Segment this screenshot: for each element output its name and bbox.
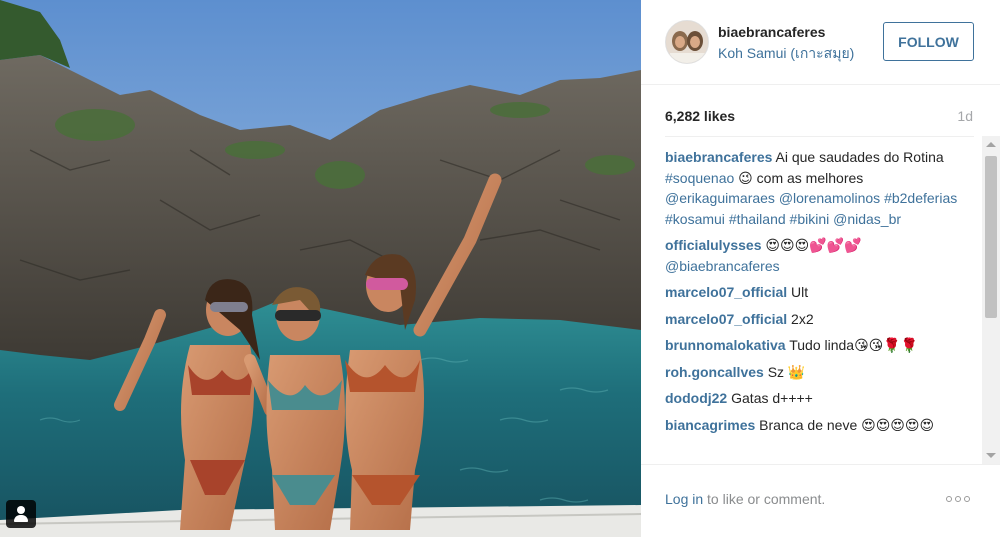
- mention-link[interactable]: @lorenamolinos: [779, 190, 880, 206]
- comment-item: biancagrimes Branca de neve 😍😍😍😍😍: [665, 415, 969, 436]
- instagram-post: biaebrancaferes Koh Samui (เกาะสมุย) FOL…: [0, 0, 1000, 537]
- mention-link[interactable]: @nidas_br: [833, 211, 901, 227]
- comment-text: Tudo linda😘😘🌹🌹: [785, 337, 919, 353]
- comment-item: dododj22 Gatas d++++: [665, 388, 969, 409]
- comment-username-link[interactable]: biaebrancaferes: [665, 149, 772, 165]
- avatar[interactable]: [665, 20, 709, 64]
- scroll-up-arrow-icon[interactable]: [986, 142, 996, 147]
- comments-scrollbar[interactable]: [982, 136, 1000, 464]
- comment-username-link[interactable]: brunnomalokativa: [665, 337, 786, 353]
- person-icon-body: [14, 515, 28, 522]
- comment-text: Ai que saudades do Rotina: [772, 149, 944, 165]
- comment-username-link[interactable]: dododj22: [665, 390, 727, 406]
- comment-username-link[interactable]: officialulysses: [665, 237, 762, 253]
- person-icon: [17, 506, 25, 514]
- login-link[interactable]: Log in: [665, 491, 703, 507]
- likes-count[interactable]: 6,282 likes: [665, 108, 735, 124]
- scroll-down-arrow-icon[interactable]: [986, 453, 996, 458]
- comment-text: 😍😍😍💕💕💕: [761, 237, 862, 253]
- comment-username-link[interactable]: roh.goncallves: [665, 364, 764, 380]
- username-link[interactable]: biaebrancaferes: [718, 24, 825, 40]
- avatar-image: [666, 21, 708, 63]
- user-tag-button[interactable]: [6, 500, 36, 528]
- comment-item: marcelo07_official Ult: [665, 282, 969, 303]
- location-link[interactable]: Koh Samui (เกาะสมุย): [718, 43, 854, 65]
- login-prompt-text: to like or comment.: [703, 491, 826, 507]
- hashtag-link[interactable]: #thailand: [729, 211, 786, 227]
- comment-username-link[interactable]: marcelo07_official: [665, 311, 787, 327]
- follow-button[interactable]: FOLLOW: [883, 22, 974, 61]
- comment-text: Gatas d++++: [727, 390, 813, 406]
- comments-section[interactable]: biaebrancaferes Ai que saudades do Rotin…: [665, 136, 974, 464]
- comments-list: biaebrancaferes Ai que saudades do Rotin…: [665, 147, 969, 441]
- comment-text: Branca de neve 😍😍😍😍😍: [755, 416, 935, 433]
- comment-item: marcelo07_official 2x2: [665, 309, 969, 330]
- comment-text: 2x2: [787, 310, 814, 327]
- mention-link[interactable]: @erikaguimaraes: [665, 190, 775, 206]
- ellipsis-icon: [946, 496, 952, 502]
- hashtag-link[interactable]: #bikini: [790, 211, 830, 227]
- hashtag-link[interactable]: #b2deferias: [884, 190, 957, 206]
- more-options-button[interactable]: [946, 493, 972, 507]
- ellipsis-icon-dot: [964, 496, 970, 502]
- post-sidebar: biaebrancaferes Koh Samui (เกาะสมุย) FOL…: [641, 0, 1000, 537]
- post-caption: biaebrancaferes Ai que saudades do Rotin…: [665, 147, 969, 229]
- post-header: biaebrancaferes Koh Samui (เกาะสมุย) FOL…: [641, 0, 1000, 85]
- comment-item: brunnomalokativa Tudo linda😘😘🌹🌹: [665, 335, 969, 356]
- ellipsis-icon-dot: [955, 496, 961, 502]
- comment-item: roh.goncallves Sz 👑: [665, 362, 969, 383]
- photo-illustration: [0, 0, 641, 537]
- comment-username-link[interactable]: biancagrimes: [665, 417, 755, 433]
- comment-text: Ult: [787, 284, 809, 300]
- comment-item: officialulysses 😍😍😍💕💕💕 @biaebrancaferes: [665, 235, 969, 276]
- comment-text: 😉 com as melhores: [734, 169, 864, 186]
- post-timestamp[interactable]: 1d: [957, 108, 973, 124]
- hashtag-link[interactable]: #soquenao: [665, 170, 734, 186]
- hashtag-link[interactable]: #kosamui: [665, 211, 725, 227]
- post-footer: Log in to like or comment.: [641, 464, 1000, 537]
- post-photo[interactable]: [0, 0, 641, 537]
- likes-row: 6,282 likes 1d: [665, 108, 974, 128]
- scrollbar-thumb[interactable]: [985, 156, 997, 318]
- comment-text: Sz 👑: [763, 363, 806, 380]
- login-prompt: Log in to like or comment.: [665, 491, 825, 507]
- mention-link[interactable]: @biaebrancaferes: [665, 258, 780, 274]
- comment-username-link[interactable]: marcelo07_official: [665, 284, 787, 300]
